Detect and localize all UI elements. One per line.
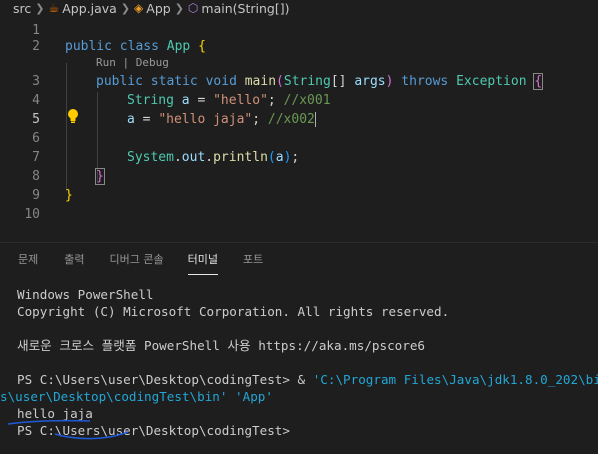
scribble-stroke xyxy=(7,419,91,425)
scribble-annotation xyxy=(7,419,129,440)
scribble-stroke xyxy=(54,431,129,440)
